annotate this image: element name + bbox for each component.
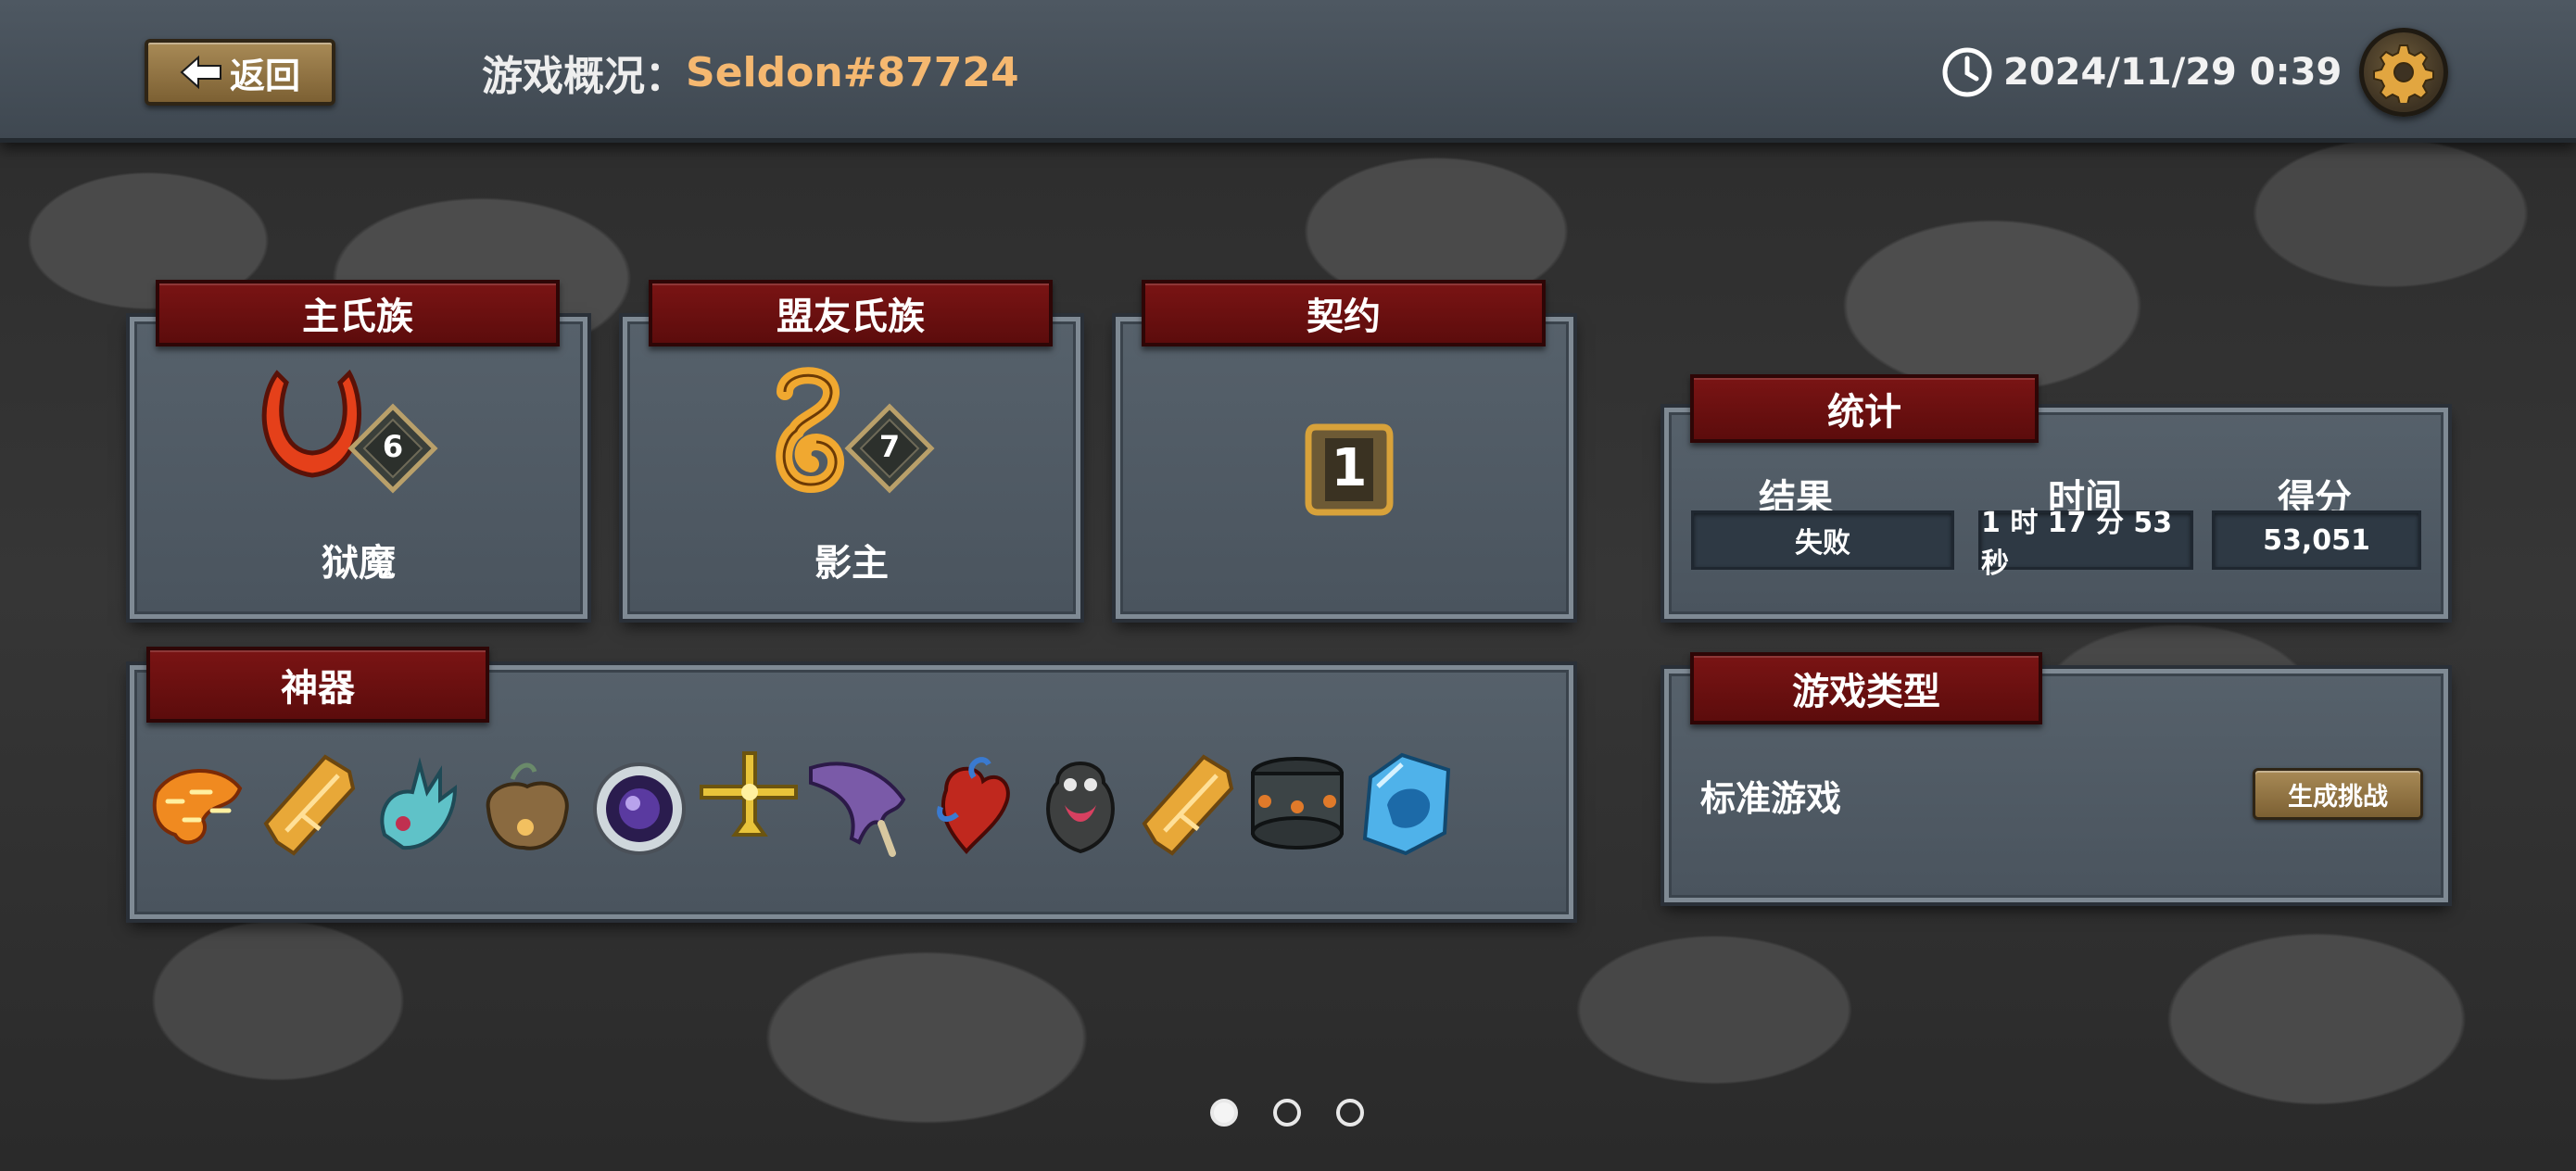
chain-claw-icon[interactable]	[147, 755, 249, 863]
time-value: 1 时 17 分 53 秒	[1978, 507, 2193, 580]
datetime-display: 2024/11/29 0:39	[1940, 43, 2342, 102]
game-type-ribbon: 游戏类型	[1690, 652, 2042, 724]
player-name: Seldon#87724	[686, 48, 1019, 96]
main-clan-name: 狱魔	[322, 542, 396, 585]
back-arrow-icon	[180, 55, 221, 90]
blue-claw-icon[interactable]	[366, 751, 468, 859]
clock-icon	[1942, 47, 1992, 97]
pager-dot-3[interactable]	[1336, 1099, 1364, 1127]
covenant-panel: 1	[1112, 313, 1577, 623]
stats-title: 统计	[1827, 391, 1901, 434]
stats-ribbon: 统计	[1690, 374, 2039, 443]
artifacts-ribbon: 神器	[146, 647, 489, 723]
score-value: 53,051	[2212, 510, 2421, 570]
datetime-text: 2024/11/29 0:39	[2003, 51, 2342, 94]
generate-challenge-button[interactable]: 生成挑战	[2253, 768, 2423, 820]
game-mode-label: 标准游戏	[1700, 778, 1842, 819]
gold-gem-icon[interactable]	[259, 749, 360, 857]
gear-icon	[2373, 44, 2434, 103]
ally-clan-emblem	[768, 366, 852, 496]
back-button[interactable]: 返回	[145, 39, 335, 106]
ally-clan-ribbon: 盟友氏族	[649, 280, 1053, 346]
gold-gem-icon[interactable]	[1137, 749, 1239, 857]
pager-dot-1[interactable]	[1210, 1099, 1238, 1127]
ally-clan-name: 影主	[814, 542, 889, 585]
ally-clan-level-badge: 7	[844, 403, 935, 494]
settings-button[interactable]	[2359, 28, 2448, 117]
ghost-urn-icon[interactable]	[1029, 751, 1131, 859]
ally-clan-title: 盟友氏族	[777, 296, 925, 338]
void-orb-icon[interactable]	[588, 755, 690, 863]
main-clan-title: 主氏族	[302, 296, 413, 338]
covenant-title: 契约	[1307, 296, 1381, 338]
back-label: 返回	[229, 55, 300, 96]
page-title: 游戏概况： Seldon#87724	[482, 44, 1019, 101]
main-clan-ribbon: 主氏族	[156, 280, 560, 346]
covenant-ribbon: 契约	[1142, 280, 1546, 346]
pouch-icon[interactable]	[475, 751, 577, 859]
main-clan-level-badge: 6	[347, 403, 438, 494]
covenant-badge: 1	[1303, 422, 1395, 518]
red-heart-icon[interactable]	[918, 749, 1020, 857]
result-value: 失败	[1691, 510, 1954, 570]
ally-clan-panel: 7 影主	[619, 313, 1084, 623]
ally-clan-level: 7	[878, 429, 901, 464]
top-bar: 返回 游戏概况： Seldon#87724 2024/11/29 0:39	[0, 0, 2576, 143]
ice-crystal-icon[interactable]	[1356, 749, 1458, 857]
iron-band-icon[interactable]	[1246, 751, 1348, 859]
artifacts-title: 神器	[281, 667, 355, 710]
spiral-emblem-icon	[776, 367, 845, 494]
golden-cross-icon[interactable]	[698, 749, 800, 857]
main-clan-panel: 6 狱魔	[126, 313, 591, 623]
bone-blade-icon[interactable]	[807, 749, 909, 857]
covenant-level: 1	[1331, 438, 1368, 498]
title-prefix: 游戏概况：	[482, 53, 686, 100]
pager-dot-2[interactable]	[1273, 1099, 1301, 1127]
game-type-title: 游戏类型	[1792, 671, 1940, 713]
main-clan-level: 6	[382, 429, 404, 464]
